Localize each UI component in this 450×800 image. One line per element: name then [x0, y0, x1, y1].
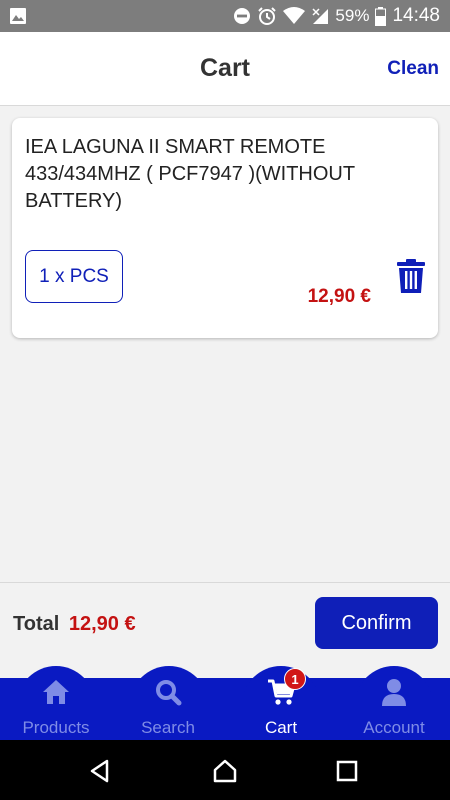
system-nav-bar — [0, 740, 450, 800]
tab-label: Cart — [264, 718, 298, 737]
clean-button[interactable]: Clean — [387, 58, 439, 80]
app-header: Cart Clean — [0, 32, 450, 106]
tab-label: Account — [363, 718, 425, 737]
tab-label: Search — [141, 718, 195, 737]
bottom-tab-bar: Products Search 1 Cart Account — [0, 666, 450, 740]
battery-icon — [375, 6, 387, 26]
item-price: 12,90 € — [307, 286, 371, 307]
total-label: Total — [13, 613, 60, 635]
dnd-icon — [234, 8, 251, 24]
tab-cart[interactable]: 1 Cart — [225, 668, 337, 740]
home-nav-icon[interactable] — [212, 758, 238, 784]
trash-icon[interactable] — [397, 259, 425, 293]
wifi-icon — [283, 7, 306, 24]
cart-item-card: IEA LAGUNA II SMART REMOTE 433/434MHZ ( … — [12, 118, 438, 338]
tab-label: Products — [22, 718, 90, 737]
page-title: Cart — [199, 54, 250, 82]
quantity-button[interactable]: 1 x PCS — [25, 250, 123, 303]
tab-products[interactable]: Products — [0, 678, 112, 740]
status-bar: 59% 14:48 — [0, 0, 450, 32]
home-icon — [43, 680, 69, 704]
signal-icon — [312, 8, 329, 24]
confirm-button[interactable]: Confirm — [315, 597, 438, 649]
checkout-bar: Total 12,90 € Confirm — [0, 582, 450, 678]
cart-badge: 1 — [284, 668, 306, 690]
tab-account[interactable]: Account — [338, 678, 450, 740]
back-icon[interactable] — [87, 758, 113, 784]
image-icon — [10, 8, 26, 24]
battery-percent: 59% — [335, 6, 370, 25]
alarm-icon — [258, 7, 277, 25]
user-icon — [382, 679, 406, 706]
recents-icon[interactable] — [334, 758, 360, 784]
total: Total 12,90 € — [13, 613, 136, 636]
total-value: 12,90 € — [68, 613, 136, 635]
search-icon — [156, 680, 182, 706]
tab-search[interactable]: Search — [112, 678, 224, 740]
clock: 14:48 — [392, 5, 440, 26]
product-name: IEA LAGUNA II SMART REMOTE 433/434MHZ ( … — [25, 136, 355, 212]
